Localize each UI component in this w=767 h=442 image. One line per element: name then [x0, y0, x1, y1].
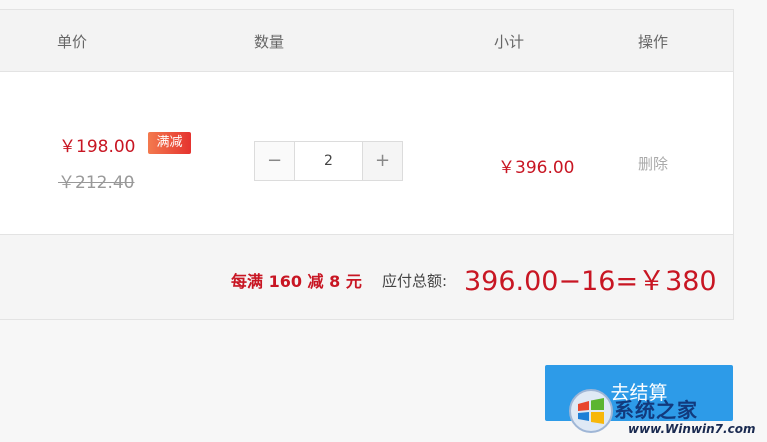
increase-quantity-button[interactable]: + [362, 142, 402, 180]
cart-item-row: ￥198.00 满减 ￥212.40 − + ￥396.00 删除 [0, 72, 733, 235]
delete-button[interactable]: 删除 [638, 153, 668, 174]
original-price: ￥212.40 [58, 173, 135, 193]
unit-price: ￥198.00 [59, 137, 136, 157]
total-amount: 396.00−16=￥380 [464, 266, 717, 297]
cart-table: 单价 数量 小计 操作 ￥198.00 满减 ￥212.40 − + ￥396.… [0, 9, 734, 320]
header-action: 操作 [638, 33, 669, 51]
header-subtotal: 小计 [494, 33, 525, 51]
promo-rule: 每满 160 减 8 元 [231, 272, 362, 291]
quantity-stepper: − + [254, 141, 403, 181]
total-label: 应付总额: [382, 272, 448, 290]
header-quantity: 数量 [254, 33, 285, 51]
decrease-quantity-button[interactable]: − [255, 142, 295, 180]
header-price: 单价 [57, 33, 88, 51]
promo-badge: 满减 [148, 132, 191, 154]
order-summary: 每满 160 减 8 元 应付总额: 396.00−16=￥380 [0, 235, 733, 319]
table-header: 单价 数量 小计 操作 [0, 10, 733, 72]
cart-page: 单价 数量 小计 操作 ￥198.00 满减 ￥212.40 − + ￥396.… [0, 0, 767, 442]
watermark-url: www.Winwin7.com [628, 422, 756, 436]
quantity-input[interactable] [295, 142, 362, 180]
checkout-button[interactable]: 去结算 [545, 365, 733, 421]
item-subtotal: ￥396.00 [498, 158, 575, 178]
